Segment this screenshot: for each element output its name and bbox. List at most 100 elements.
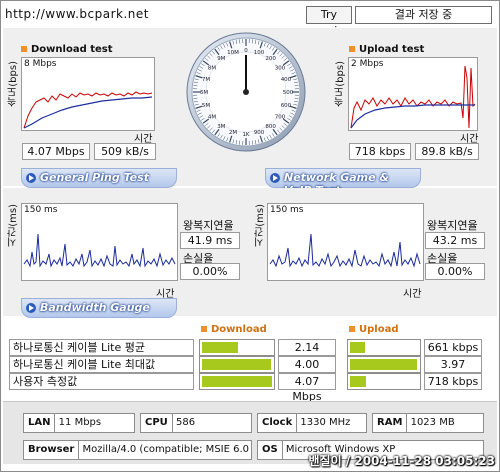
upload-y-axis-label: 속도(bps) [335, 61, 346, 107]
gauge-tick-label: 7M [202, 77, 210, 83]
upload-kbps-value: 718 kbps [349, 143, 411, 160]
upload-chart: 2 Mbps [348, 57, 478, 131]
download-bar [199, 356, 275, 373]
download-title: Download test [21, 44, 113, 55]
download-bar [199, 373, 275, 390]
ram-label: RAM [373, 414, 408, 432]
play-icon [26, 173, 36, 183]
game-ping-line [269, 233, 421, 268]
download-column-header: Download [201, 324, 267, 335]
upload-speed-line [350, 65, 476, 129]
lan-info: LAN 11 Mbps [23, 413, 135, 433]
download-chart: 8 Mbps [21, 57, 155, 131]
clock-info: Clock 1330 MHz [257, 413, 367, 433]
gauge-tick-label: 500 [283, 90, 294, 96]
ping-rtt-label: 왕복지연율 [183, 219, 234, 232]
gauge-tick-label: 9M [217, 56, 225, 62]
gauge-tick-label: 0 [244, 48, 248, 54]
gauge-tick-label: 400 [281, 77, 292, 83]
bandwidth-row-label: 사용자 측정값 [9, 373, 194, 390]
tab-network-game-voip-test[interactable]: Network Game & VoIP Test [265, 168, 421, 197]
download-bar-fill [202, 376, 272, 387]
ping-rtt-value: 41.9 ms [180, 232, 240, 249]
gauge-hub [243, 89, 249, 95]
download-bar-fill [202, 342, 238, 353]
download-bar-value: 2.14 Mbps [278, 339, 336, 369]
gauge-tick-label: 1K [242, 132, 249, 138]
game-chart: 150 ms [267, 203, 424, 281]
gauge-dial: 0 100200 300 400 500 600 700 800900 1K 2M 3M4M 5M 6M… [186, 32, 306, 152]
upload-title: Upload test [349, 44, 424, 55]
speed-test-window: http://www.bcpark.net Try again 결과 저장 중 … [0, 0, 500, 472]
play-icon [26, 303, 36, 313]
upload-bar-value: 718 kbps [424, 373, 482, 390]
ping-loss-value: 0.00% [180, 263, 240, 280]
upload-bar [347, 339, 421, 356]
cpu-info: CPU 586 [140, 413, 252, 433]
ping-line [23, 233, 176, 268]
bullet-icon [349, 46, 355, 52]
try-again-button[interactable]: Try again [306, 6, 352, 37]
gauge-tick-label: 600 [281, 103, 292, 109]
bullet-icon [201, 326, 207, 332]
upload-bar-fill [350, 376, 366, 387]
ping-chart-svg [23, 233, 176, 268]
download-bar [199, 339, 275, 356]
download-mbps-value: 4.07 Mbps [22, 143, 90, 160]
upload-bar-fill [350, 359, 417, 370]
gauge-tick-label: 200 [265, 56, 276, 62]
game-chart-svg [269, 233, 421, 268]
speed-gauge: 0 100 200 300 400 500 600 700 800 900 1K 2M 3M 4M 5M 6M… [185, 31, 307, 153]
site-url: http://www.bcpark.net [5, 7, 149, 21]
clock-label: Clock [258, 414, 298, 432]
tab-general-ping-test-label: General Ping Test [40, 171, 149, 184]
gauge-tick-label: 900 [254, 130, 265, 136]
browser-info: Browser Mozilla/4.0 (compatible; MSIE 6.… [23, 440, 252, 460]
upload-title-text: Upload test [359, 44, 425, 55]
upload-scale: 2 Mbps [351, 59, 384, 69]
gauge-tick-label: 5M [202, 103, 210, 109]
game-scale: 150 ms [270, 205, 304, 215]
ram-value: 1023 MB [410, 417, 455, 428]
download-bar-value: 4.07 Mbps [278, 373, 336, 403]
browser-label: Browser [24, 441, 80, 459]
gauge-tick-label: 8M [208, 65, 216, 71]
game-rtt-value: 43.2 ms [425, 232, 485, 249]
download-y-axis-label: 속도(bps) [8, 61, 19, 107]
play-icon [270, 173, 280, 183]
tab-general-ping-test[interactable]: General Ping Test [21, 168, 177, 188]
lan-value: 11 Mbps [58, 417, 102, 428]
gauge-tick-label: 2M [229, 130, 237, 136]
os-label: OS [258, 441, 283, 459]
game-y-axis-label: 시간(ms) [255, 204, 266, 247]
gauge-tick-label: 3M [217, 124, 225, 130]
gauge-tick-label: 6M [200, 90, 208, 96]
upload-column-header: Upload [349, 324, 398, 335]
upload-bar-fill [350, 342, 365, 353]
game-loss-value: 0.00% [425, 263, 485, 280]
download-bar-value: 4.00 Mbps [278, 356, 336, 386]
bandwidth-row-label: 하나로통신 케이블 Lite 최대값 [9, 356, 194, 373]
gauge-tick-label: 10M [227, 50, 239, 56]
clock-value: 1330 MHz [300, 417, 351, 428]
download-bar-fill [202, 359, 271, 370]
game-rtt-label: 왕복지연율 [427, 219, 478, 232]
cpu-value: 586 [175, 417, 196, 428]
gauge-tick-label: 4M [208, 115, 216, 121]
upload-column-header-text: Upload [359, 324, 399, 335]
download-title-text: Download test [31, 44, 113, 55]
cpu-label: CPU [141, 414, 173, 432]
ping-scale: 150 ms [24, 205, 58, 215]
ram-info: RAM 1023 MB [372, 413, 484, 433]
download-column-header-text: Download [211, 324, 267, 335]
ping-chart: 150 ms [21, 203, 178, 281]
tab-bandwidth-gauge[interactable]: Bandwidth Gauge [21, 298, 177, 318]
download-kbs-value: 509 kB/s [94, 143, 156, 160]
save-result-button[interactable]: 결과 저장 중 [355, 6, 492, 24]
gauge-tick-label: 700 [275, 115, 286, 121]
gauge-tick-label: 300 [275, 65, 286, 71]
upload-bar [347, 356, 421, 373]
bandwidth-row-label: 하나로통신 케이블 Lite 평균 [9, 339, 194, 356]
lan-label: LAN [24, 414, 56, 432]
upload-bar-value: 661 kbps [424, 339, 482, 356]
